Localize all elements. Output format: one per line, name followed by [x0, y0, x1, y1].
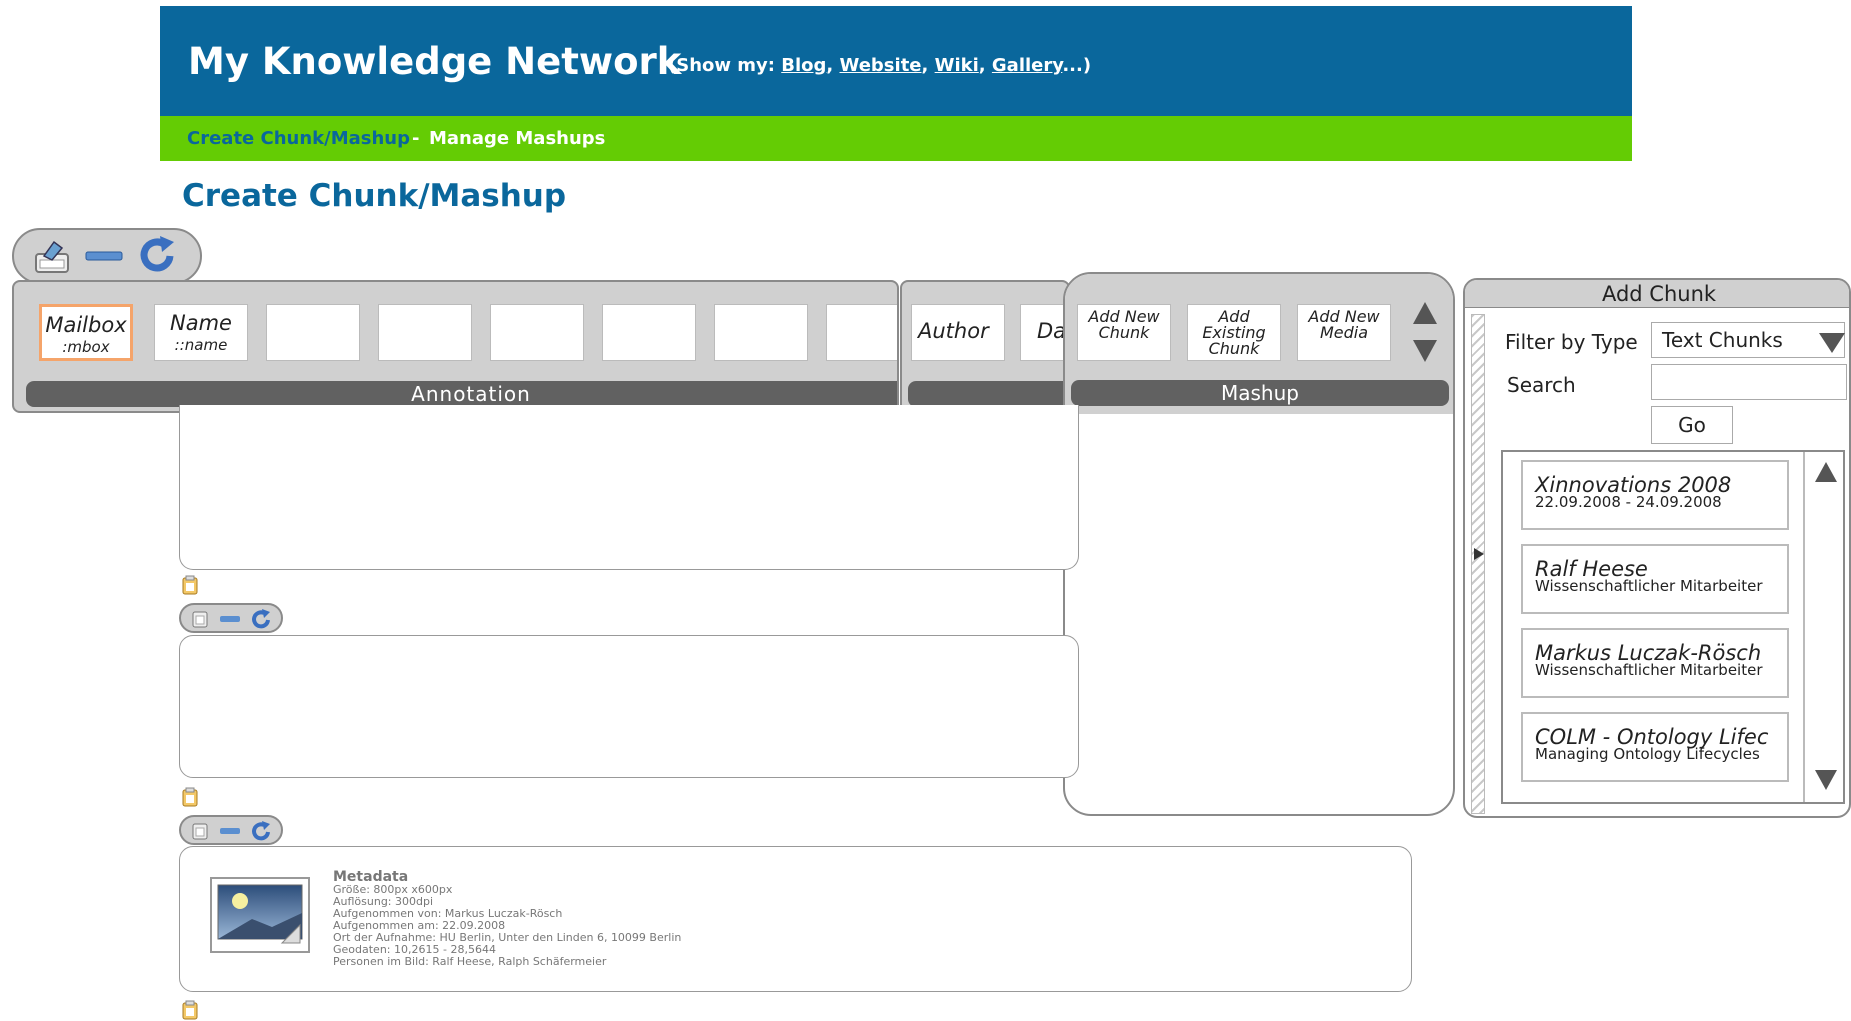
wiki-link[interactable]: Wiki: [935, 55, 979, 76]
list-item[interactable]: COLM - Ontology Lifec Managing Ontology …: [1521, 712, 1789, 782]
annotation-slot-empty[interactable]: [826, 304, 897, 361]
results-scrollbar[interactable]: [1803, 452, 1845, 802]
search-label: Search: [1507, 373, 1576, 397]
result-subtitle: Wissenschaftlicher Mitarbeiter: [1535, 577, 1763, 595]
result-subtitle: 22.09.2008 - 24.09.2008: [1535, 493, 1722, 511]
author-date-bar: [908, 381, 1068, 407]
annotation-slot-author[interactable]: Author: [911, 304, 1005, 361]
list-item[interactable]: Ralf Heese Wissenschaftlicher Mitarbeite…: [1521, 544, 1789, 614]
minimize-icon[interactable]: [219, 825, 241, 837]
image-icon: [217, 884, 303, 944]
gallery-link[interactable]: Gallery: [992, 55, 1062, 76]
annotation-slot-name[interactable]: Name ::name: [154, 304, 248, 361]
annotation-slot-empty[interactable]: [714, 304, 808, 361]
result-subtitle: Managing Ontology Lifecycles: [1535, 745, 1760, 763]
refresh-icon[interactable]: [249, 608, 273, 632]
result-subtitle: Wissenschaftlicher Mitarbeiter: [1535, 661, 1763, 679]
media-chunk[interactable]: Metadata Größe: 800px x600px Auflösung: …: [179, 846, 1412, 992]
search-input[interactable]: [1651, 364, 1847, 400]
top-toolbar: [12, 228, 202, 284]
show-my-suffix: ...): [1062, 55, 1092, 76]
add-existing-chunk-button[interactable]: Add Existing Chunk: [1187, 304, 1281, 361]
list-item[interactable]: Xinnovations 2008 22.09.2008 - 24.09.200…: [1521, 460, 1789, 530]
slot-label: Mailbox: [45, 313, 127, 337]
annotation-slot-mailbox[interactable]: Mailbox :mbox: [39, 304, 133, 361]
annotation-slot-empty[interactable]: [378, 304, 472, 361]
filter-type-select[interactable]: Text Chunks: [1651, 322, 1845, 358]
annotation-slot-empty[interactable]: [490, 304, 584, 361]
panel-drag-handle[interactable]: [1471, 314, 1485, 814]
chevron-down-icon[interactable]: [1819, 333, 1845, 353]
author-date-panel: Author Da: [900, 280, 1070, 413]
slot-sub: ::name: [174, 336, 228, 354]
scroll-down-icon[interactable]: [1813, 768, 1839, 792]
results-list: Xinnovations 2008 22.09.2008 - 24.09.200…: [1501, 450, 1845, 804]
list-item[interactable]: Markus Luczak-Rösch Wissenschaftlicher M…: [1521, 628, 1789, 698]
save-icon[interactable]: [32, 236, 72, 276]
refresh-icon[interactable]: [136, 234, 180, 278]
clipboard-icon[interactable]: [181, 575, 199, 595]
chunk-text-area[interactable]: [179, 635, 1079, 778]
page-title: Create Chunk/Mashup: [182, 178, 567, 214]
nav-separator: -: [412, 128, 420, 149]
clipboard-icon[interactable]: [181, 787, 199, 807]
result-title: Xinnovations 2008: [1535, 473, 1732, 497]
filter-label: Filter by Type: [1505, 330, 1638, 354]
nav-create-chunk[interactable]: Create Chunk/Mashup: [187, 128, 410, 149]
result-title: COLM - Ontology Lifec: [1535, 725, 1769, 749]
result-title: Ralf Heese: [1535, 557, 1648, 581]
clipboard-icon[interactable]: [191, 610, 209, 628]
result-title: Markus Luczak-Rösch: [1535, 641, 1762, 665]
chunk-text-area[interactable]: [179, 405, 1079, 570]
mashup-panel: Add New Chunk Add Existing Chunk Add New…: [1063, 272, 1455, 816]
scroll-down-icon[interactable]: [1411, 338, 1439, 364]
minimize-icon[interactable]: [219, 613, 241, 625]
site-title: My Knowledge Network: [188, 40, 682, 83]
mashup-bar: Mashup: [1071, 380, 1449, 406]
slot-label: Name: [170, 311, 232, 335]
chunk-toolbar: [179, 815, 283, 845]
annotation-bar: Annotation: [26, 381, 897, 407]
metadata-line: Personen im Bild: Ralf Heese, Ralph Schä…: [333, 955, 607, 968]
expand-arrow-icon[interactable]: [1473, 547, 1485, 561]
blog-link[interactable]: Blog: [781, 55, 826, 76]
minimize-icon[interactable]: [84, 244, 124, 268]
nav-bar: Create Chunk/Mashup - Manage Mashups: [160, 116, 1632, 161]
metadata-list: Größe: 800px x600px Auflösung: 300dpi Au…: [333, 884, 681, 968]
add-new-media-button[interactable]: Add New Media: [1297, 304, 1391, 361]
nav-manage-mashups[interactable]: Manage Mashups: [429, 128, 605, 149]
slot-label: Da: [1037, 319, 1067, 343]
image-thumbnail[interactable]: [210, 877, 310, 953]
refresh-icon[interactable]: [249, 820, 273, 844]
header-banner: My Knowledge Network (Show my: Blog, Web…: [160, 6, 1632, 116]
annotation-slot-empty[interactable]: [266, 304, 360, 361]
show-my-prefix: (Show my:: [668, 55, 775, 76]
slot-sub: :mbox: [62, 338, 110, 356]
mashup-scrollbar[interactable]: [1405, 292, 1445, 392]
add-chunk-panel: Add Chunk Filter by Type Text Chunks Sea…: [1463, 278, 1851, 818]
annotation-panel: Mailbox :mbox Name ::name Annotation: [12, 280, 899, 413]
clipboard-icon[interactable]: [181, 1000, 199, 1020]
slot-label: Author: [918, 319, 989, 343]
add-new-chunk-button[interactable]: Add New Chunk: [1077, 304, 1171, 361]
website-link[interactable]: Website: [840, 55, 922, 76]
scroll-up-icon[interactable]: [1813, 460, 1839, 484]
annotation-slot-empty[interactable]: [602, 304, 696, 361]
mashup-toolbar: Add New Chunk Add Existing Chunk Add New…: [1065, 274, 1453, 414]
clipboard-icon[interactable]: [191, 822, 209, 840]
show-my-links: (Show my: Blog, Website, Wiki, Gallery..…: [668, 55, 1092, 76]
go-button[interactable]: Go: [1651, 406, 1733, 444]
add-chunk-title: Add Chunk: [1465, 280, 1849, 308]
chunk-toolbar: [179, 603, 283, 633]
scroll-up-icon[interactable]: [1411, 300, 1439, 326]
